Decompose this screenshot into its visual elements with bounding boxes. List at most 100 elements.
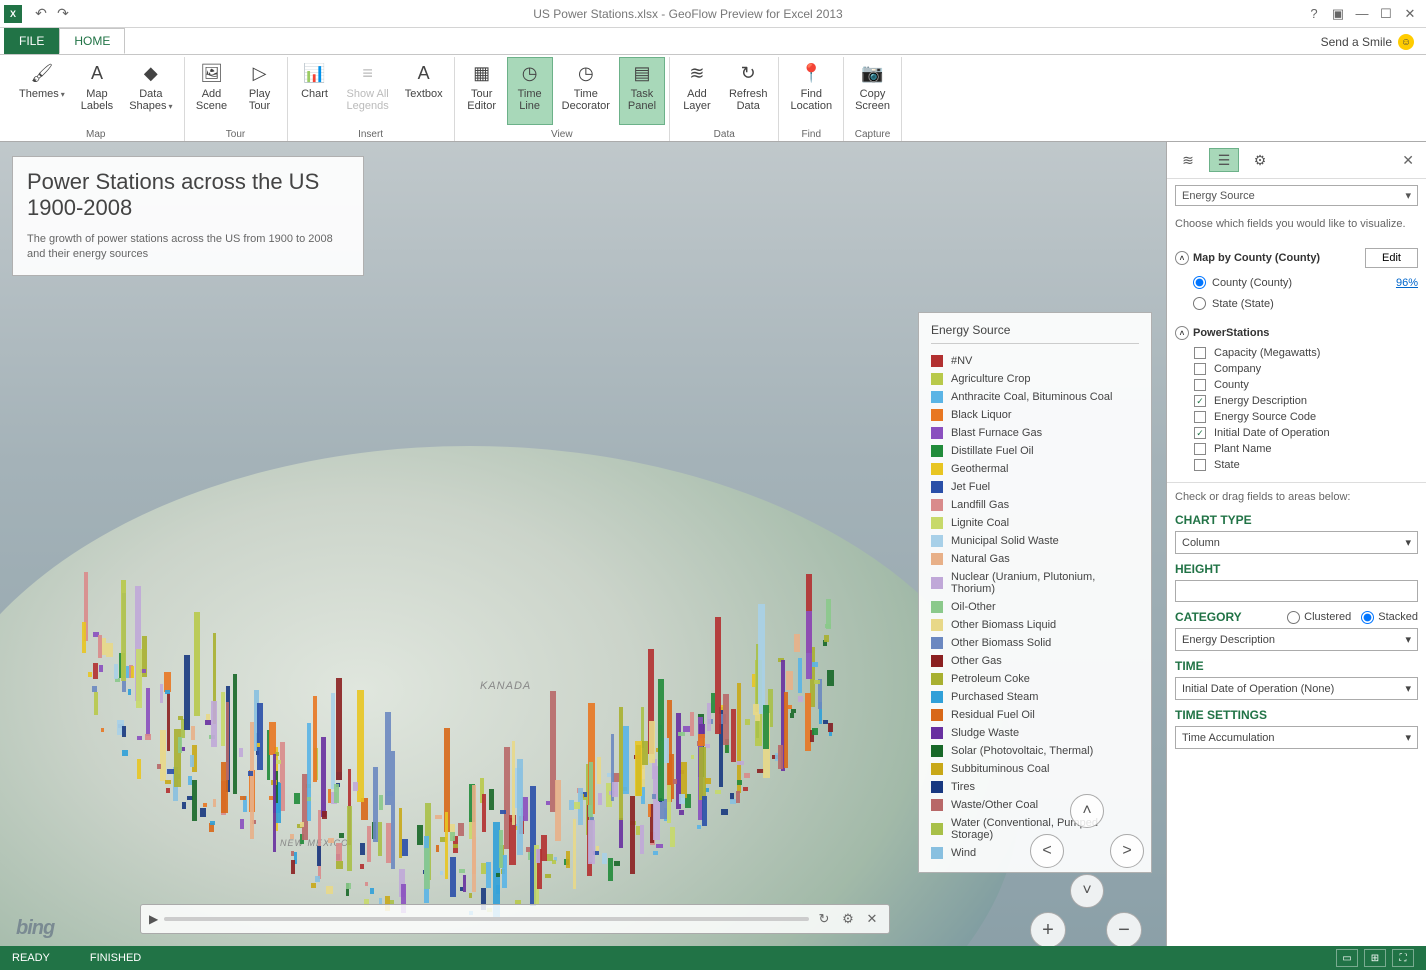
data-column[interactable] <box>786 671 792 691</box>
data-column[interactable] <box>233 674 237 794</box>
field-row[interactable]: ✓Initial Date of Operation <box>1176 425 1417 441</box>
data-column[interactable] <box>98 635 101 658</box>
data-column[interactable] <box>731 709 736 762</box>
data-column[interactable] <box>737 780 741 786</box>
chart-type-dropdown[interactable]: Column▾ <box>1175 531 1418 554</box>
show-legends-button[interactable]: ≡Show AllLegends <box>340 57 396 125</box>
data-column[interactable] <box>226 702 229 780</box>
data-column[interactable] <box>778 745 782 768</box>
data-column[interactable] <box>101 728 105 732</box>
play-button[interactable]: ▶ <box>149 912 158 926</box>
field-row[interactable]: County <box>1176 377 1417 393</box>
data-column[interactable] <box>157 764 161 769</box>
data-column[interactable] <box>370 888 374 894</box>
data-column[interactable] <box>737 683 741 792</box>
story-textbox[interactable]: Power Stations across the US 1900-2008 T… <box>12 156 364 276</box>
view-flat-button[interactable]: ⊞ <box>1364 949 1386 967</box>
data-column[interactable] <box>664 738 669 763</box>
data-column[interactable] <box>552 860 556 864</box>
data-column[interactable] <box>723 694 729 745</box>
data-column[interactable] <box>486 862 491 888</box>
data-column[interactable] <box>221 692 226 747</box>
data-column[interactable] <box>194 612 200 716</box>
refresh-data-button[interactable]: ↻RefreshData <box>722 57 775 125</box>
legend-panel[interactable]: Energy Source #NVAgriculture CropAnthrac… <box>918 312 1152 873</box>
data-column[interactable] <box>311 883 316 887</box>
field-list[interactable]: Capacity (Megawatts)CompanyCounty✓Energy… <box>1175 344 1418 474</box>
data-column[interactable] <box>165 780 171 785</box>
data-column[interactable] <box>122 726 126 737</box>
rotate-left-button[interactable]: ˂ <box>1030 834 1064 868</box>
timeline-close-button[interactable]: ✕ <box>863 911 881 927</box>
data-column[interactable] <box>182 802 186 809</box>
data-column[interactable] <box>200 808 206 816</box>
data-column[interactable] <box>331 693 335 789</box>
data-column[interactable] <box>240 819 244 829</box>
data-column[interactable] <box>496 873 499 877</box>
data-column[interactable] <box>612 782 618 797</box>
data-column[interactable] <box>210 821 215 825</box>
data-column[interactable] <box>402 839 408 856</box>
data-column[interactable] <box>697 825 701 829</box>
data-column[interactable] <box>546 854 553 861</box>
data-column[interactable] <box>137 736 143 740</box>
edit-geography-button[interactable]: Edit <box>1365 248 1418 268</box>
height-dropzone[interactable] <box>1175 580 1418 602</box>
data-column[interactable] <box>635 741 642 796</box>
data-column[interactable] <box>440 871 443 875</box>
data-column[interactable] <box>828 723 833 732</box>
data-column[interactable] <box>798 696 803 701</box>
data-column[interactable] <box>806 611 812 679</box>
data-column[interactable] <box>758 604 765 714</box>
data-column[interactable] <box>88 672 92 676</box>
data-column[interactable] <box>136 649 141 708</box>
send-smile-button[interactable]: Send a Smile ☺ <box>1321 34 1414 54</box>
data-column[interactable] <box>203 803 207 807</box>
field-row[interactable]: Company <box>1176 361 1417 377</box>
data-column[interactable] <box>192 780 197 821</box>
data-column[interactable] <box>379 795 383 810</box>
data-column[interactable] <box>736 791 740 803</box>
data-column[interactable] <box>679 794 685 804</box>
data-column[interactable] <box>679 810 684 815</box>
data-column[interactable] <box>257 743 260 747</box>
data-column[interactable] <box>512 741 516 825</box>
data-column[interactable] <box>730 799 736 804</box>
map-labels-button[interactable]: AMapLabels <box>74 57 120 125</box>
minimize-button[interactable]: — <box>1350 2 1374 26</box>
data-column[interactable] <box>678 732 685 736</box>
data-column[interactable] <box>114 664 118 679</box>
data-column[interactable] <box>545 874 551 878</box>
data-column[interactable] <box>205 720 211 725</box>
field-row[interactable]: Capacity (Megawatts) <box>1176 345 1417 361</box>
data-column[interactable] <box>453 844 459 848</box>
data-column[interactable] <box>128 689 131 695</box>
field-checkbox[interactable]: ✓ <box>1194 395 1206 407</box>
task-panel-close-button[interactable]: ✕ <box>1396 150 1420 171</box>
data-column[interactable] <box>101 638 105 655</box>
data-column[interactable] <box>290 834 294 839</box>
add-layer-button[interactable]: ≋AddLayer <box>674 57 720 125</box>
rotate-right-button[interactable]: ˃ <box>1110 834 1144 868</box>
data-column[interactable] <box>178 716 183 720</box>
field-checkbox[interactable] <box>1194 347 1206 359</box>
data-column[interactable] <box>691 755 694 759</box>
zoom-out-button[interactable]: − <box>1106 912 1142 946</box>
data-column[interactable] <box>334 784 340 803</box>
data-column[interactable] <box>167 693 170 751</box>
data-column[interactable] <box>353 782 358 792</box>
field-checkbox[interactable] <box>1194 459 1206 471</box>
data-column[interactable] <box>705 778 712 784</box>
add-scene-button[interactable]: 🖼AddScene <box>189 57 235 125</box>
data-column[interactable] <box>823 720 828 724</box>
data-column[interactable] <box>737 761 744 765</box>
data-column[interactable] <box>630 796 635 874</box>
data-column[interactable] <box>315 876 320 882</box>
chart-button[interactable]: 📊Chart <box>292 57 338 125</box>
data-column[interactable] <box>160 684 163 704</box>
layer-selector-dropdown[interactable]: Energy Source▾ <box>1175 185 1418 206</box>
data-column[interactable] <box>339 833 344 839</box>
data-column[interactable] <box>273 754 276 852</box>
timeline-track[interactable] <box>164 917 809 921</box>
data-column[interactable] <box>346 883 350 888</box>
